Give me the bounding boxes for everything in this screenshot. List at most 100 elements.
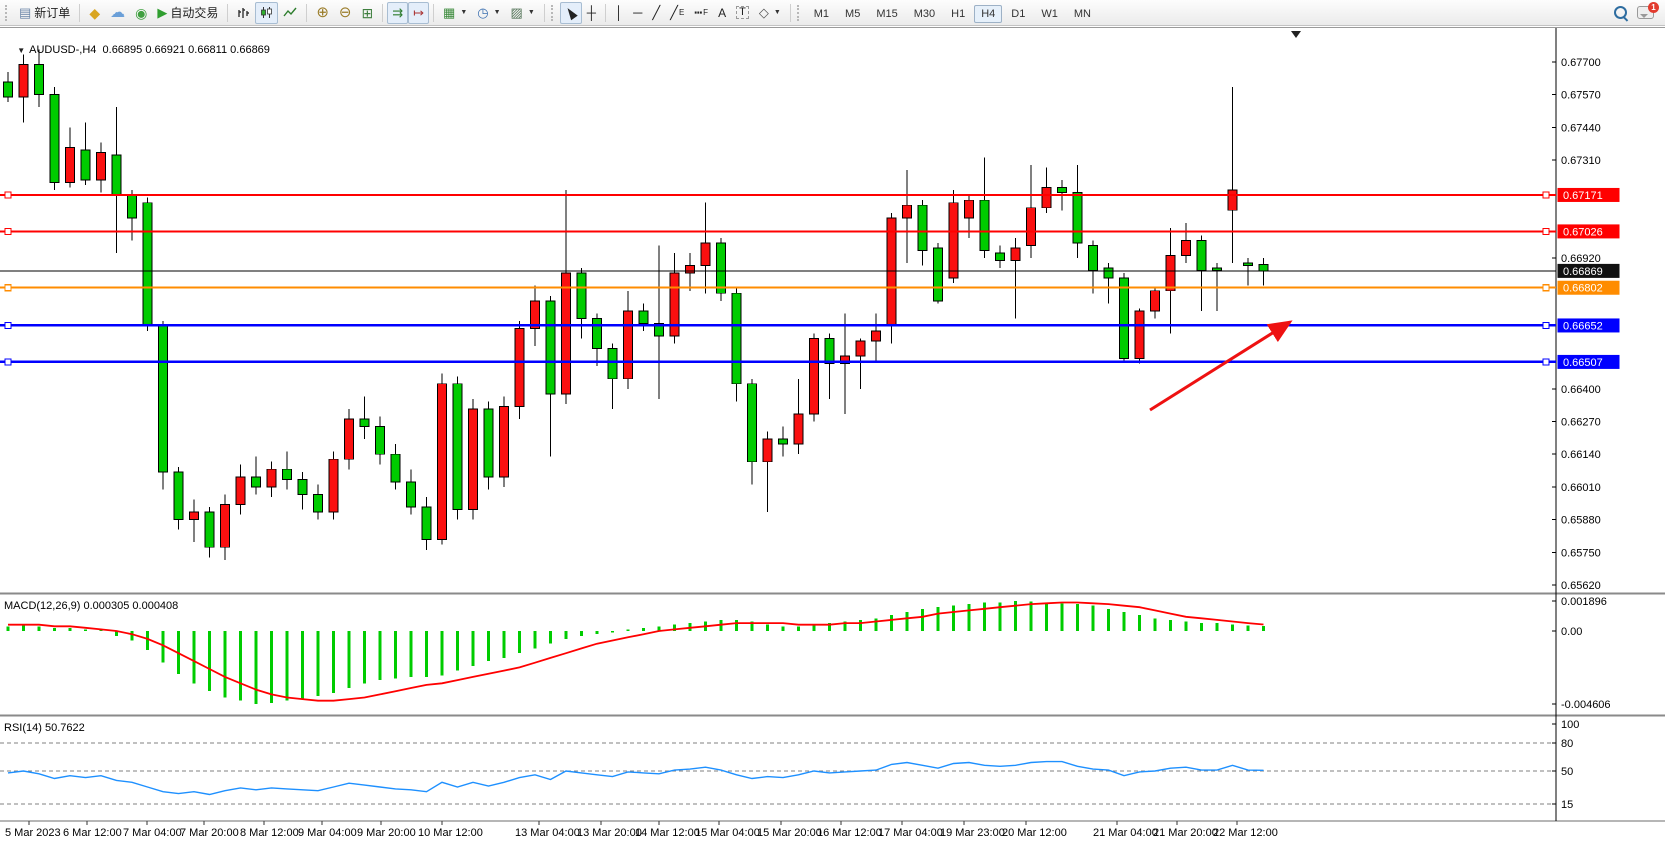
chart-canvas[interactable]: 0.677000.675700.674400.673100.669200.664…	[0, 28, 1665, 846]
line-chart-icon	[283, 6, 297, 19]
fibonacci-icon: ┅	[694, 6, 702, 19]
crosshair-tool-button[interactable]: ┼	[582, 2, 601, 24]
vertical-line-icon: │	[615, 6, 623, 19]
zoom-in-button[interactable]: ⊕	[311, 2, 334, 24]
timeframe-group: M1M5M15M30H1H4D1W1MN	[806, 6, 1099, 20]
svg-text:0.67026: 0.67026	[1563, 226, 1603, 238]
chart-shift-button[interactable]: ↦	[408, 2, 429, 24]
svg-text:0.66400: 0.66400	[1561, 384, 1601, 396]
channel-tool-button[interactable]: ╱ E	[665, 2, 689, 24]
vps-button[interactable]: ☁	[105, 2, 130, 24]
chart-title: ▼AUDUSD-,H4 0.66895 0.66921 0.66811 0.66…	[5, 32, 270, 68]
toolbar-separator	[605, 4, 606, 22]
svg-text:0.67570: 0.67570	[1561, 90, 1601, 102]
market-watch-icon: ◆	[89, 6, 100, 20]
svg-text:21 Mar 20:00: 21 Mar 20:00	[1153, 827, 1218, 839]
periods-button[interactable]: ◷ ▼	[472, 2, 505, 24]
notification-badge: 1	[1648, 2, 1659, 13]
auto-scroll-button[interactable]: ⇉	[387, 2, 408, 24]
autotrade-button[interactable]: ▶ 自动交易	[152, 2, 223, 24]
tf-button-M15[interactable]: M15	[869, 5, 904, 23]
trendline-tool-button[interactable]: ╱	[647, 2, 665, 24]
tf-button-D1[interactable]: D1	[1004, 5, 1032, 23]
main-toolbar: ▤ 新订单 ◆ ☁ ◉ ▶ 自动交易 ⊕ ⊖ ⊞	[0, 0, 1665, 26]
vertical-line-tool-button[interactable]: │	[610, 2, 628, 24]
svg-text:22 Mar 12:00: 22 Mar 12:00	[1213, 827, 1278, 839]
new-order-button[interactable]: ▤ 新订单	[14, 2, 75, 24]
horizontal-line-tool-button[interactable]: ─	[628, 2, 647, 24]
line-chart-button[interactable]	[278, 2, 302, 24]
label-tool-button[interactable]: T	[731, 2, 754, 24]
svg-text:0.66140: 0.66140	[1561, 449, 1601, 461]
channel-e-label: E	[679, 8, 684, 17]
signals-button[interactable]: ◉	[130, 2, 152, 24]
tf-button-MN[interactable]: MN	[1067, 5, 1098, 23]
tf-button-H4[interactable]: H4	[974, 5, 1002, 23]
shapes-icon: ◇	[759, 6, 769, 19]
chevron-down-icon: ▼	[494, 9, 501, 16]
market-watch-button[interactable]: ◆	[84, 2, 105, 24]
chart-window: 0.677000.675700.674400.673100.669200.664…	[0, 27, 1665, 845]
chevron-down-icon: ▼	[528, 9, 535, 16]
fibonacci-tool-button[interactable]: ┅ F	[689, 2, 713, 24]
templates-button[interactable]: ▨ ▼	[506, 2, 540, 24]
new-chart-icon: ▦	[443, 6, 455, 19]
autotrade-icon: ▶	[157, 6, 167, 19]
svg-text:15 Mar 20:00: 15 Mar 20:00	[757, 827, 822, 839]
zoom-out-button[interactable]: ⊖	[334, 2, 357, 24]
svg-text:9 Mar 20:00: 9 Mar 20:00	[357, 827, 416, 839]
svg-text:5 Mar 2023: 5 Mar 2023	[5, 827, 61, 839]
svg-text:8 Mar 12:00: 8 Mar 12:00	[240, 827, 299, 839]
shapes-tool-button[interactable]: ◇ ▼	[754, 2, 786, 24]
svg-text:0.00: 0.00	[1561, 626, 1582, 638]
chevron-down-icon: ▼	[460, 9, 467, 16]
svg-text:6 Mar 12:00: 6 Mar 12:00	[63, 827, 122, 839]
equidistant-channel-icon: ╱	[670, 6, 678, 19]
svg-text:13 Mar 20:00: 13 Mar 20:00	[577, 827, 642, 839]
tf-button-M1[interactable]: M1	[807, 5, 836, 23]
svg-text:7 Mar 04:00: 7 Mar 04:00	[123, 827, 182, 839]
svg-text:21 Mar 04:00: 21 Mar 04:00	[1093, 827, 1158, 839]
svg-text:16 Mar 12:00: 16 Mar 12:00	[817, 827, 882, 839]
tf-button-M30[interactable]: M30	[907, 5, 942, 23]
candlestick-chart-icon	[260, 6, 273, 19]
toolbar-separator	[433, 4, 434, 22]
svg-text:0.67171: 0.67171	[1563, 190, 1603, 202]
svg-text:10 Mar 12:00: 10 Mar 12:00	[418, 827, 483, 839]
chevron-down-icon: ▼	[774, 9, 781, 16]
one-click-toggle-icon[interactable]: ▼	[17, 46, 25, 55]
tile-windows-icon: ⊞	[361, 6, 373, 20]
svg-text:15: 15	[1561, 799, 1573, 811]
svg-text:17 Mar 04:00: 17 Mar 04:00	[878, 827, 943, 839]
trendline-icon: ╱	[652, 6, 660, 19]
svg-text:0.66652: 0.66652	[1563, 320, 1603, 332]
svg-text:20 Mar 12:00: 20 Mar 12:00	[1002, 827, 1067, 839]
horizontal-line-icon: ─	[633, 6, 642, 19]
svg-text:13 Mar 04:00: 13 Mar 04:00	[515, 827, 580, 839]
tf-button-W1[interactable]: W1	[1034, 5, 1065, 23]
candlestick-chart-button[interactable]	[255, 2, 278, 24]
new-order-icon: ▤	[19, 6, 31, 19]
tile-windows-button[interactable]: ⊞	[356, 2, 378, 24]
svg-text:0.67700: 0.67700	[1561, 57, 1601, 69]
tf-button-M5[interactable]: M5	[838, 5, 867, 23]
tf-button-H1[interactable]: H1	[944, 5, 972, 23]
svg-text:100: 100	[1561, 719, 1579, 731]
chat-icon[interactable]: 1	[1637, 6, 1654, 19]
toolbar-grip	[797, 5, 802, 21]
crosshair-icon: ┼	[587, 6, 596, 19]
svg-text:14 Mar 12:00: 14 Mar 12:00	[635, 827, 700, 839]
svg-text:0.66802: 0.66802	[1563, 283, 1603, 295]
new-chart-button[interactable]: ▦ ▼	[438, 2, 472, 24]
svg-text:0.65880: 0.65880	[1561, 515, 1601, 527]
bar-chart-button[interactable]	[232, 2, 255, 24]
zoom-out-icon: ⊖	[339, 5, 352, 20]
cursor-icon	[564, 5, 577, 19]
chart-symbol-period: AUDUSD-,H4	[29, 44, 96, 56]
cursor-tool-button[interactable]	[560, 2, 582, 24]
search-icon[interactable]	[1614, 6, 1627, 19]
toolbar-separator	[790, 4, 791, 22]
svg-text:0.67310: 0.67310	[1561, 155, 1601, 167]
text-tool-button[interactable]: A	[713, 2, 731, 24]
svg-text:9 Mar 04:00: 9 Mar 04:00	[298, 827, 357, 839]
